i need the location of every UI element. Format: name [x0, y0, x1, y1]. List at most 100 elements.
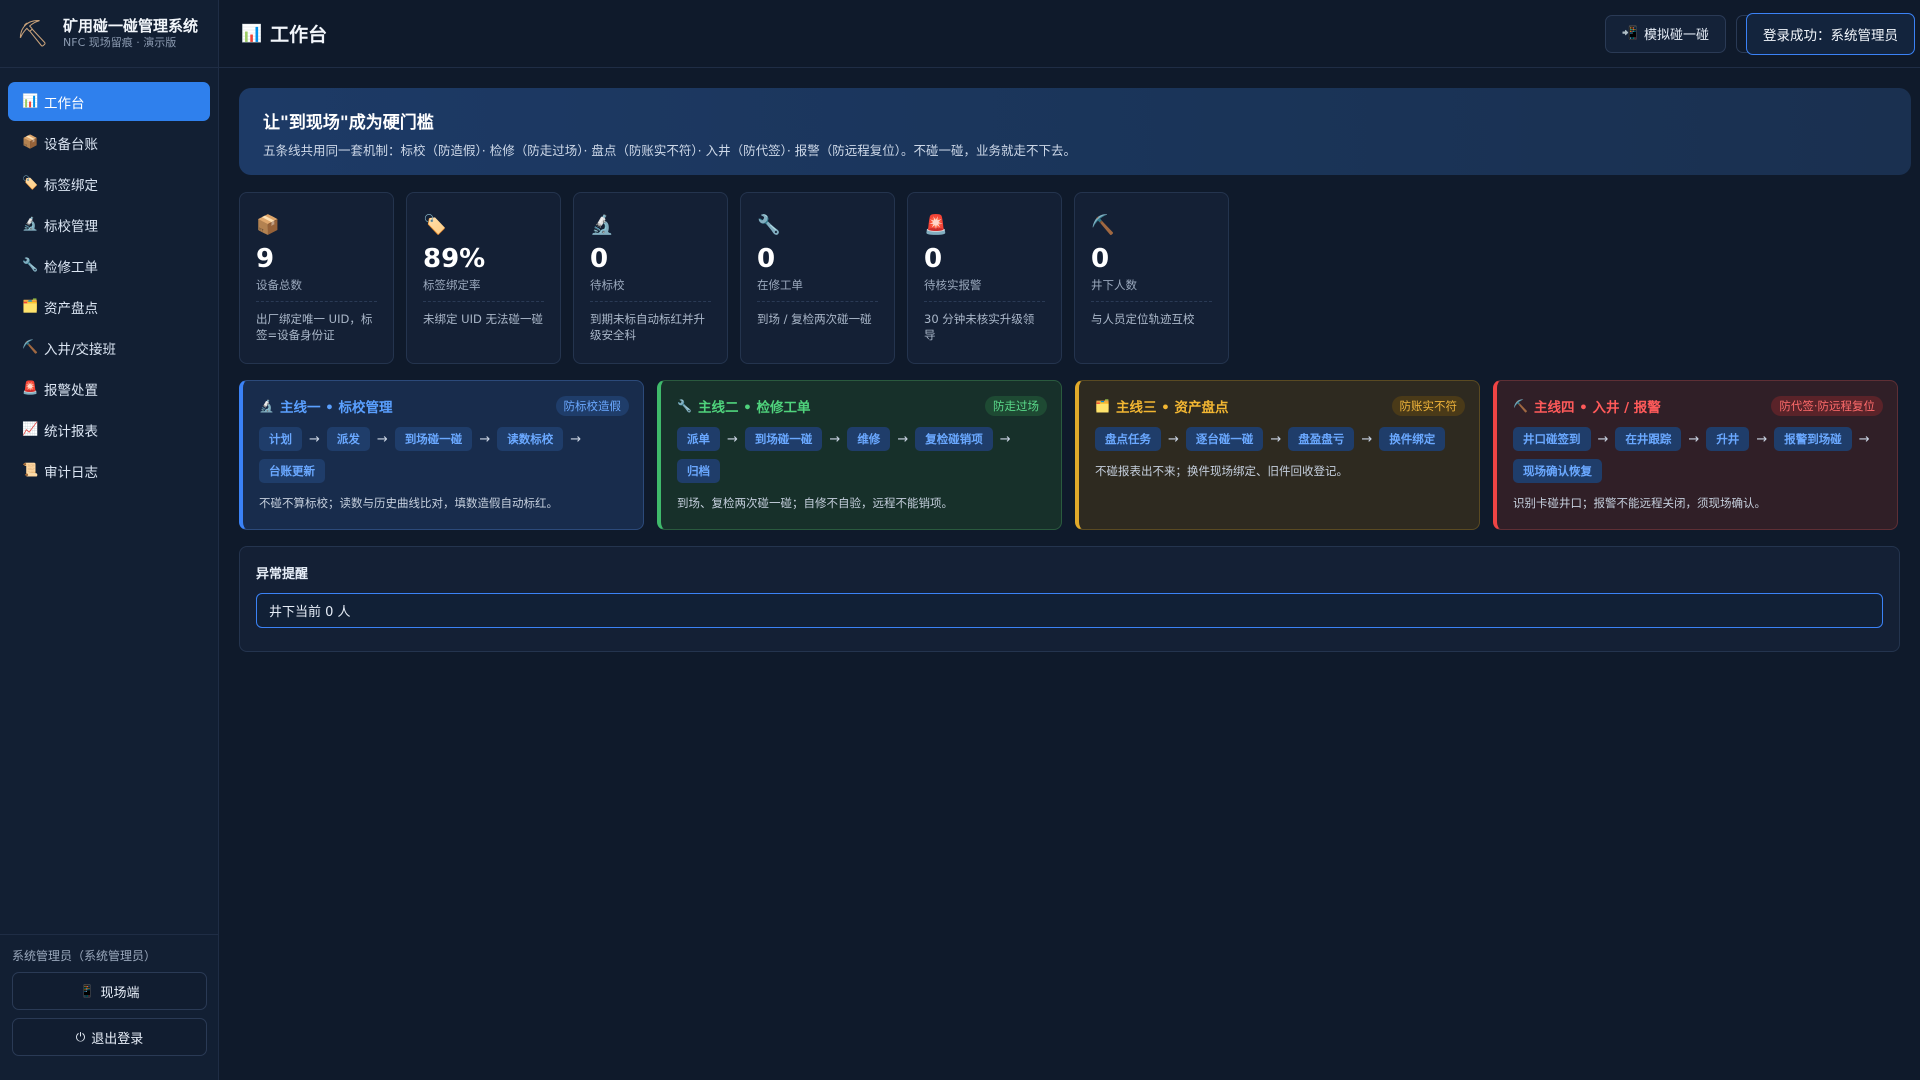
logout-button[interactable]: ⏻ 退出登录: [12, 1018, 207, 1056]
mainline-header: 🔧 主线二 • 检修工单 防走过场: [677, 395, 1047, 417]
sidebar-item-device-ledger[interactable]: 📦 设备台账: [8, 123, 210, 162]
topbar: 📊 工作台 📲 模拟碰一碰 登录成功：系统管理员: [219, 0, 1920, 68]
app-root: ⛏ 矿用碰一碰管理系统 NFC 现场留痕 · 演示版 📊 工作台 📦 设备台账 🏷️ 标签…: [0, 0, 1920, 1080]
arrow-right-icon: →: [1756, 431, 1768, 447]
arrow-right-icon: →: [829, 431, 841, 447]
alerts-panel: 异常提醒 井下当前 0 人: [239, 546, 1900, 652]
audit-log-icon: 📜: [22, 463, 39, 478]
flow-step-chip: 升井: [1706, 427, 1750, 451]
stat-value: 0: [590, 244, 609, 274]
flow-step-chip: 现场确认恢复: [1513, 459, 1602, 483]
flow-step-chip: 派发: [326, 427, 370, 451]
mainline-title: 🗂️ 主线三 • 资产盘点: [1095, 396, 1228, 416]
sidebar-item-label: 设备台账: [44, 136, 98, 153]
sidebar-item-shift-handover[interactable]: ⛏️ 入井/交接班: [8, 328, 210, 367]
sidebar-item-label: 工作台: [44, 95, 85, 112]
stat-note: 出厂绑定唯一 UID，标签=设备身份证: [256, 312, 373, 342]
mainline-tag-badge: 防走过场: [985, 396, 1047, 416]
stat-note: 30 分钟未核实升级领导: [924, 312, 1035, 342]
sidebar-item-calibration[interactable]: 🔬 标校管理: [8, 205, 210, 244]
arrow-right-icon: →: [1270, 431, 1282, 447]
mainline-tag-badge: 防标校造假: [555, 396, 629, 416]
arrow-right-icon: →: [727, 431, 738, 447]
pending-calibration-icon: 🔬: [590, 214, 614, 236]
underground-count-icon: ⛏️: [1091, 214, 1115, 236]
arrow-right-icon: →: [376, 431, 388, 447]
mainline-note: 不碰报表出不来；换件现场绑定、旧件回收登记。: [1095, 464, 1348, 478]
flow-step-chip: 归档: [677, 459, 720, 483]
stat-value: 0: [1091, 244, 1110, 274]
mainline-note: 识别卡碰井口；报警不能远程关闭，须现场确认。: [1513, 496, 1766, 510]
dashboard-icon: 📊: [22, 94, 39, 109]
sidebar-item-audit-log[interactable]: 📜 审计日志: [8, 451, 210, 490]
stat-note: 未绑定 UID 无法碰一碰: [423, 312, 543, 326]
tag-binding-icon: 🏷️: [22, 176, 39, 191]
flow-step-chip: 读数标校: [497, 427, 564, 451]
stat-value: 0: [757, 244, 776, 274]
sidebar-item-asset-inventory[interactable]: 🗂️ 资产盘点: [8, 287, 210, 326]
alerts-title: 异常提醒: [256, 567, 309, 582]
flow-step-chip: 派单: [677, 427, 720, 451]
topbar-actions: 📲 模拟碰一碰 登录成功：系统管理员: [1604, 12, 1915, 55]
stat-label: 井下人数: [1091, 277, 1212, 302]
mainline-card-inventory: 🗂️ 主线三 • 资产盘点 防账实不符 盘点任务 → 逐台碰一碰 → 盘盈盘亏 → 换件绑定…: [1075, 380, 1480, 530]
stat-card-device-total: 📦 9 设备总数 出厂绑定唯一 UID，标签=设备身份证: [239, 192, 394, 364]
sidebar-item-reports[interactable]: 📈 统计报表: [8, 410, 210, 449]
flow-steps: 井口碰签到 → 在井跟踪 → 升井 → 报警到场碰 → 现场确认恢复: [1513, 423, 1883, 487]
flow-step-chip: 台账更新: [259, 459, 325, 483]
chart-icon: 📊: [241, 23, 263, 44]
flow-step-chip: 换件绑定: [1379, 427, 1446, 451]
sidebar-item-tag-binding[interactable]: 🏷️ 标签绑定: [8, 164, 210, 203]
stat-value: 89%: [423, 244, 486, 274]
mainline-title: 🔬 主线一 • 标校管理: [259, 396, 392, 416]
mainline-card-calibration: 🔬 主线一 • 标校管理 防标校造假 计划 → 派发 → 到场碰一碰 → 读数标校 → 台账更新…: [239, 380, 644, 530]
flow-step-chip: 报警到场碰: [1774, 427, 1852, 451]
stat-note: 到场 / 复检两次碰一碰: [757, 312, 872, 326]
alert-item[interactable]: 井下当前 0 人: [256, 593, 1883, 628]
brand-title: 矿用碰一碰管理系统: [63, 17, 199, 35]
flow-steps: 盘点任务 → 逐台碰一碰 → 盘盈盘亏 → 换件绑定: [1095, 423, 1465, 455]
flow-step-chip: 到场碰一碰: [744, 427, 823, 451]
flow-step-chip: 计划: [259, 427, 302, 451]
arrow-right-icon: →: [1858, 431, 1870, 447]
sidebar-item-repair-order[interactable]: 🔧 检修工单: [8, 246, 210, 285]
stat-cards: 📦 9 设备总数 出厂绑定唯一 UID，标签=设备身份证 🏷️ 89% 标签绑定率…: [239, 192, 1911, 364]
mainline-note: 到场、复检两次碰一碰；自修不自验，远程不能销项。: [677, 496, 953, 510]
arrow-right-icon: →: [1361, 431, 1373, 447]
stat-card-underground-count: ⛏️ 0 井下人数 与人员定位轨迹互校: [1074, 192, 1229, 364]
sidebar: ⛏ 矿用碰一碰管理系统 NFC 现场留痕 · 演示版 📊 工作台 📦 设备台账 🏷️ 标签…: [0, 0, 219, 1080]
sidebar-item-dashboard[interactable]: 📊 工作台: [8, 82, 210, 121]
alarm-handling-icon: 🚨: [22, 381, 39, 396]
logout-label: 退出登录: [91, 1031, 144, 1047]
entry-alarm-icon: ⛏️: [1513, 399, 1528, 413]
current-user: 系统管理员（系统管理员）: [12, 949, 157, 963]
sidebar-item-label: 资产盘点: [44, 300, 98, 317]
open-work-orders-icon: 🔧: [757, 214, 781, 236]
sidebar-item-alarm-handling[interactable]: 🚨 报警处置: [8, 369, 210, 408]
banner-description: 五条线共用同一套机制：标校（防造假）· 检修（防走过场）· 盘点（防账实不符）·…: [263, 143, 1077, 158]
stat-label: 标签绑定率: [423, 277, 544, 302]
mainline-header: 🗂️ 主线三 • 资产盘点 防账实不符: [1095, 395, 1465, 417]
mainline-card-entry-alarm: ⛏️ 主线四 • 入井 / 报警 防代签·防远程复位 井口碰签到 → 在井跟踪 → 升井…: [1493, 380, 1898, 530]
stat-card-pending-alarms: 🚨 0 待核实报警 30 分钟未核实升级领导: [907, 192, 1062, 364]
mainline-title: ⛏️ 主线四 • 入井 / 报警: [1513, 396, 1661, 416]
stat-note: 与人员定位轨迹互校: [1091, 312, 1195, 326]
banner-title: 让"到现场"成为硬门槛: [263, 113, 434, 133]
flow-step-chip: 盘盈盘亏: [1288, 427, 1355, 451]
arrow-right-icon: →: [1597, 431, 1609, 447]
simulate-tap-button[interactable]: 📲 模拟碰一碰: [1604, 14, 1726, 53]
page-title: 📊 工作台: [241, 20, 327, 47]
arrow-right-icon: →: [1168, 431, 1179, 447]
arrow-right-icon: →: [479, 431, 491, 447]
field-terminal-button[interactable]: 📱 现场端: [12, 972, 207, 1010]
sidebar-item-label: 报警处置: [44, 382, 98, 399]
mainline-title: 🔧 主线二 • 检修工单: [677, 396, 810, 416]
stat-note: 到期未标自动标红并升级安全科: [590, 312, 705, 342]
device-total-icon: 📦: [256, 214, 280, 236]
sidebar-item-label: 入井/交接班: [44, 341, 117, 358]
mainline-cards: 🔬 主线一 • 标校管理 防标校造假 计划 → 派发 → 到场碰一碰 → 读数标校 → 台账更新…: [239, 380, 1911, 530]
arrow-right-icon: →: [309, 431, 320, 447]
flow-step-chip: 维修: [847, 427, 891, 451]
phone-icon: 📱: [79, 984, 95, 998]
stat-label: 待标校: [590, 277, 711, 302]
